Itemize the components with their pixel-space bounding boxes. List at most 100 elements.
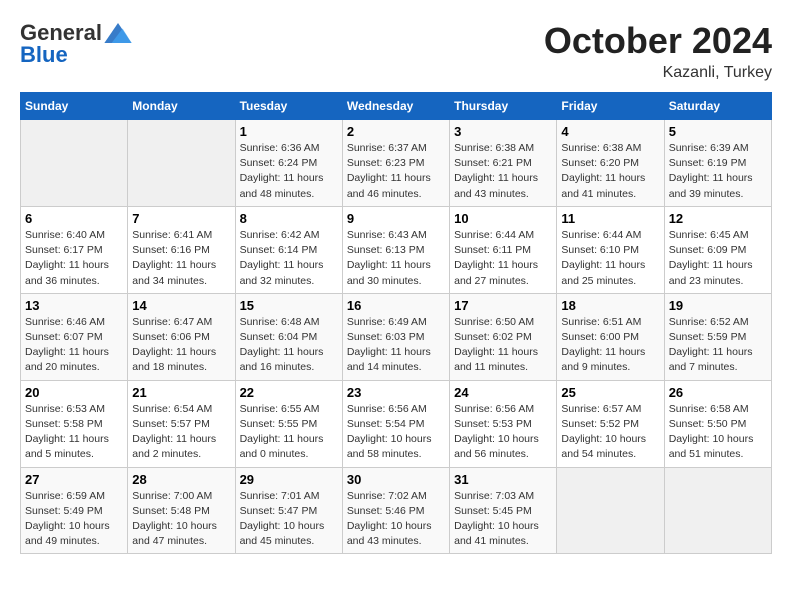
calendar-week-4: 20 Sunrise: 6:53 AMSunset: 5:58 PMDayligh…	[21, 380, 772, 467]
day-detail: Sunrise: 6:43 AMSunset: 6:13 PMDaylight:…	[347, 228, 445, 289]
day-detail: Sunrise: 6:57 AMSunset: 5:52 PMDaylight:…	[561, 402, 659, 463]
calendar-cell: 28 Sunrise: 7:00 AMSunset: 5:48 PMDayligh…	[128, 467, 235, 554]
day-detail: Sunrise: 6:45 AMSunset: 6:09 PMDaylight:…	[669, 228, 767, 289]
calendar-cell: 26 Sunrise: 6:58 AMSunset: 5:50 PMDayligh…	[664, 380, 771, 467]
day-detail: Sunrise: 7:01 AMSunset: 5:47 PMDaylight:…	[240, 489, 338, 550]
calendar-week-5: 27 Sunrise: 6:59 AMSunset: 5:49 PMDayligh…	[21, 467, 772, 554]
day-detail: Sunrise: 6:42 AMSunset: 6:14 PMDaylight:…	[240, 228, 338, 289]
day-detail: Sunrise: 6:44 AMSunset: 6:11 PMDaylight:…	[454, 228, 552, 289]
calendar-cell: 16 Sunrise: 6:49 AMSunset: 6:03 PMDayligh…	[342, 293, 449, 380]
day-number: 20	[25, 385, 123, 400]
day-number: 6	[25, 211, 123, 226]
day-number: 10	[454, 211, 552, 226]
calendar-cell: 31 Sunrise: 7:03 AMSunset: 5:45 PMDayligh…	[450, 467, 557, 554]
calendar-week-3: 13 Sunrise: 6:46 AMSunset: 6:07 PMDayligh…	[21, 293, 772, 380]
day-number: 29	[240, 472, 338, 487]
day-number: 15	[240, 298, 338, 313]
day-number: 30	[347, 472, 445, 487]
day-number: 26	[669, 385, 767, 400]
day-number: 22	[240, 385, 338, 400]
column-header-tuesday: Tuesday	[235, 93, 342, 120]
day-number: 1	[240, 124, 338, 139]
day-detail: Sunrise: 6:44 AMSunset: 6:10 PMDaylight:…	[561, 228, 659, 289]
day-number: 28	[132, 472, 230, 487]
calendar-cell	[128, 120, 235, 207]
day-detail: Sunrise: 6:41 AMSunset: 6:16 PMDaylight:…	[132, 228, 230, 289]
day-detail: Sunrise: 6:56 AMSunset: 5:53 PMDaylight:…	[454, 402, 552, 463]
day-number: 13	[25, 298, 123, 313]
calendar-cell: 22 Sunrise: 6:55 AMSunset: 5:55 PMDayligh…	[235, 380, 342, 467]
day-detail: Sunrise: 6:52 AMSunset: 5:59 PMDaylight:…	[669, 315, 767, 376]
day-number: 23	[347, 385, 445, 400]
day-detail: Sunrise: 6:51 AMSunset: 6:00 PMDaylight:…	[561, 315, 659, 376]
day-number: 16	[347, 298, 445, 313]
column-header-thursday: Thursday	[450, 93, 557, 120]
calendar-cell: 5 Sunrise: 6:39 AMSunset: 6:19 PMDaylight…	[664, 120, 771, 207]
calendar-cell: 21 Sunrise: 6:54 AMSunset: 5:57 PMDayligh…	[128, 380, 235, 467]
calendar-cell	[557, 467, 664, 554]
day-detail: Sunrise: 7:00 AMSunset: 5:48 PMDaylight:…	[132, 489, 230, 550]
day-number: 21	[132, 385, 230, 400]
day-number: 11	[561, 211, 659, 226]
title-block: October 2024 Kazanli, Turkey	[544, 20, 772, 82]
day-number: 18	[561, 298, 659, 313]
column-header-saturday: Saturday	[664, 93, 771, 120]
calendar-cell: 25 Sunrise: 6:57 AMSunset: 5:52 PMDayligh…	[557, 380, 664, 467]
day-detail: Sunrise: 6:59 AMSunset: 5:49 PMDaylight:…	[25, 489, 123, 550]
calendar-cell: 24 Sunrise: 6:56 AMSunset: 5:53 PMDayligh…	[450, 380, 557, 467]
day-detail: Sunrise: 6:54 AMSunset: 5:57 PMDaylight:…	[132, 402, 230, 463]
day-detail: Sunrise: 6:39 AMSunset: 6:19 PMDaylight:…	[669, 141, 767, 202]
day-number: 12	[669, 211, 767, 226]
calendar-cell: 2 Sunrise: 6:37 AMSunset: 6:23 PMDaylight…	[342, 120, 449, 207]
calendar-cell: 30 Sunrise: 7:02 AMSunset: 5:46 PMDayligh…	[342, 467, 449, 554]
day-number: 2	[347, 124, 445, 139]
calendar-header-row: SundayMondayTuesdayWednesdayThursdayFrid…	[21, 93, 772, 120]
day-detail: Sunrise: 7:03 AMSunset: 5:45 PMDaylight:…	[454, 489, 552, 550]
day-detail: Sunrise: 6:49 AMSunset: 6:03 PMDaylight:…	[347, 315, 445, 376]
calendar-cell: 11 Sunrise: 6:44 AMSunset: 6:10 PMDayligh…	[557, 206, 664, 293]
location: Kazanli, Turkey	[544, 64, 772, 82]
day-detail: Sunrise: 6:56 AMSunset: 5:54 PMDaylight:…	[347, 402, 445, 463]
calendar-table: SundayMondayTuesdayWednesdayThursdayFrid…	[20, 92, 772, 554]
day-detail: Sunrise: 6:46 AMSunset: 6:07 PMDaylight:…	[25, 315, 123, 376]
day-number: 31	[454, 472, 552, 487]
day-number: 27	[25, 472, 123, 487]
column-header-monday: Monday	[128, 93, 235, 120]
calendar-cell: 12 Sunrise: 6:45 AMSunset: 6:09 PMDayligh…	[664, 206, 771, 293]
day-detail: Sunrise: 6:53 AMSunset: 5:58 PMDaylight:…	[25, 402, 123, 463]
column-header-sunday: Sunday	[21, 93, 128, 120]
calendar-cell: 13 Sunrise: 6:46 AMSunset: 6:07 PMDayligh…	[21, 293, 128, 380]
calendar-cell: 3Sunrise: 6:38 AMSunset: 6:21 PMDaylight…	[450, 120, 557, 207]
calendar-cell: 19 Sunrise: 6:52 AMSunset: 5:59 PMDayligh…	[664, 293, 771, 380]
page-header: General Blue October 2024 Kazanli, Turke…	[20, 20, 772, 82]
calendar-cell: 20 Sunrise: 6:53 AMSunset: 5:58 PMDayligh…	[21, 380, 128, 467]
day-number: 14	[132, 298, 230, 313]
day-number: 7	[132, 211, 230, 226]
day-detail: Sunrise: 6:50 AMSunset: 6:02 PMDaylight:…	[454, 315, 552, 376]
calendar-cell: 17Sunrise: 6:50 AMSunset: 6:02 PMDayligh…	[450, 293, 557, 380]
day-number: 4	[561, 124, 659, 139]
column-header-friday: Friday	[557, 93, 664, 120]
day-detail: Sunrise: 6:55 AMSunset: 5:55 PMDaylight:…	[240, 402, 338, 463]
calendar-cell	[21, 120, 128, 207]
calendar-cell: 27 Sunrise: 6:59 AMSunset: 5:49 PMDayligh…	[21, 467, 128, 554]
logo-icon	[104, 23, 132, 43]
day-number: 19	[669, 298, 767, 313]
calendar-week-1: 1 Sunrise: 6:36 AMSunset: 6:24 PMDaylight…	[21, 120, 772, 207]
day-number: 24	[454, 385, 552, 400]
logo-blue-text: Blue	[20, 42, 68, 68]
day-detail: Sunrise: 6:36 AMSunset: 6:24 PMDaylight:…	[240, 141, 338, 202]
logo: General Blue	[20, 20, 132, 68]
calendar-cell: 1 Sunrise: 6:36 AMSunset: 6:24 PMDaylight…	[235, 120, 342, 207]
calendar-cell: 15Sunrise: 6:48 AMSunset: 6:04 PMDayligh…	[235, 293, 342, 380]
calendar-week-2: 6Sunrise: 6:40 AMSunset: 6:17 PMDaylight…	[21, 206, 772, 293]
day-detail: Sunrise: 6:38 AMSunset: 6:21 PMDaylight:…	[454, 141, 552, 202]
calendar-cell: 10 Sunrise: 6:44 AMSunset: 6:11 PMDayligh…	[450, 206, 557, 293]
day-detail: Sunrise: 6:37 AMSunset: 6:23 PMDaylight:…	[347, 141, 445, 202]
calendar-cell: 14Sunrise: 6:47 AMSunset: 6:06 PMDayligh…	[128, 293, 235, 380]
calendar-cell: 9Sunrise: 6:43 AMSunset: 6:13 PMDaylight…	[342, 206, 449, 293]
day-detail: Sunrise: 6:58 AMSunset: 5:50 PMDaylight:…	[669, 402, 767, 463]
day-number: 5	[669, 124, 767, 139]
day-detail: Sunrise: 7:02 AMSunset: 5:46 PMDaylight:…	[347, 489, 445, 550]
day-number: 25	[561, 385, 659, 400]
